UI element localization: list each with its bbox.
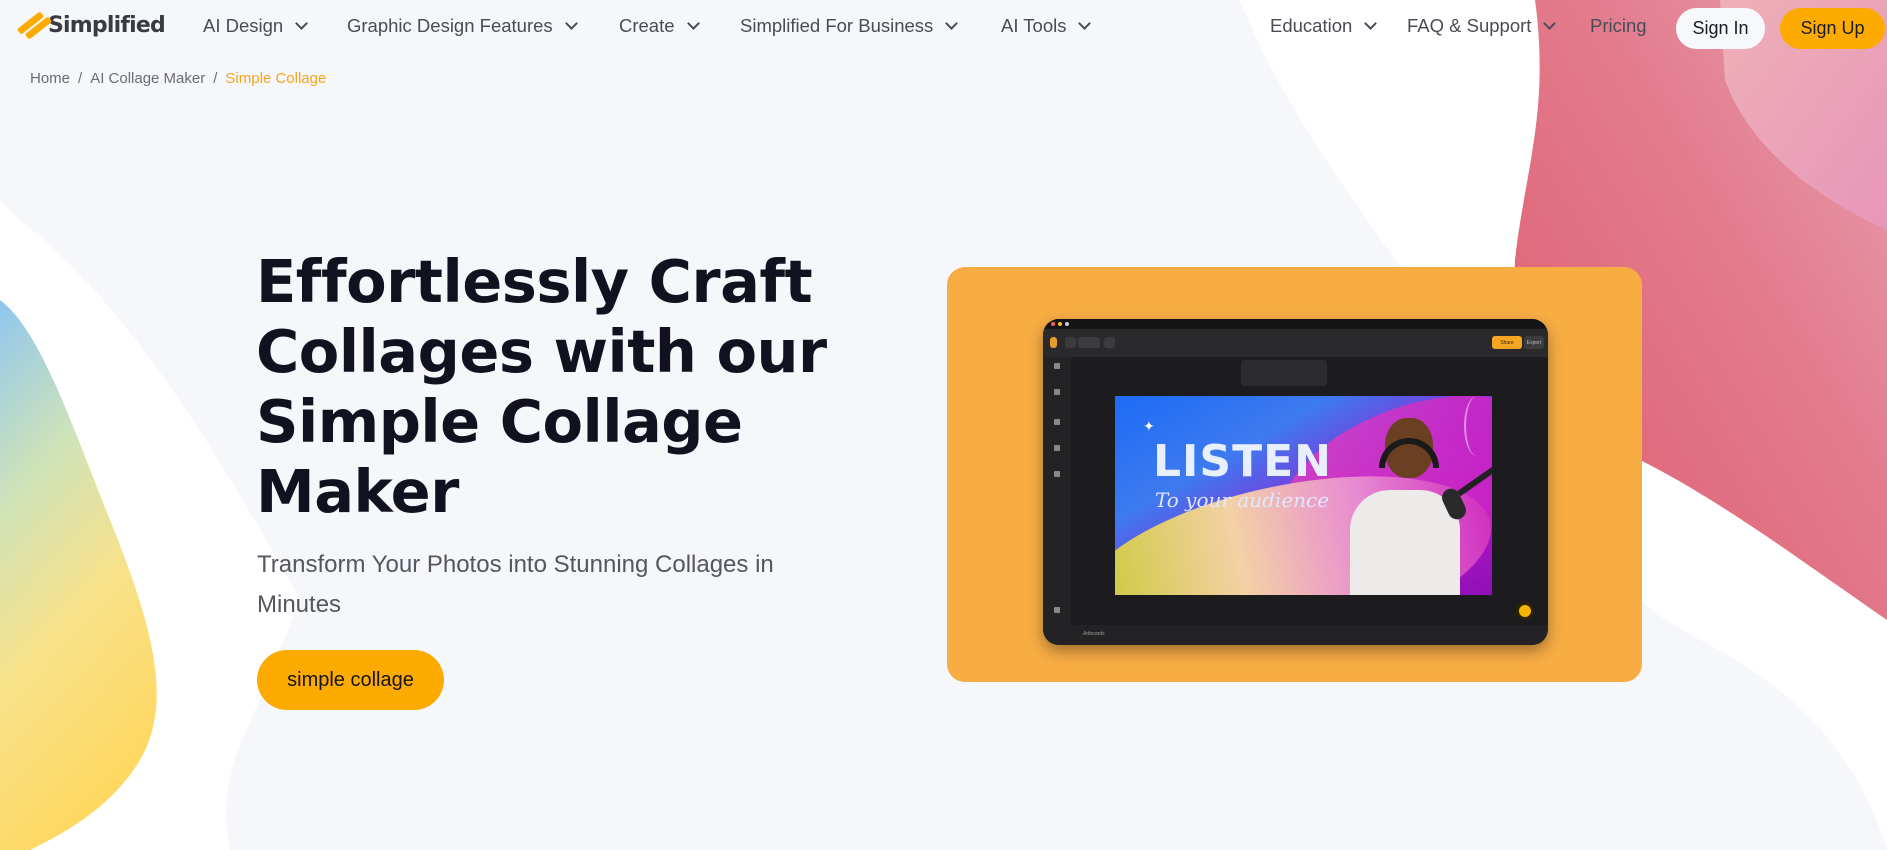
undo-redo-icon xyxy=(1078,337,1100,348)
artwork-script-text: To your audience xyxy=(1155,488,1330,512)
nav-create[interactable]: Create xyxy=(619,15,700,37)
nav-label: Create xyxy=(619,15,675,36)
chevron-down-icon xyxy=(686,17,700,30)
preview-card: Share Export ✦ LISTEN To your audience A… xyxy=(947,267,1642,682)
hero-title: Effortlessly Craft Collages with our Sim… xyxy=(256,247,827,526)
nav-simplified-for-business[interactable]: Simplified For Business xyxy=(740,15,959,37)
nav-education[interactable]: Education xyxy=(1270,15,1378,37)
logo[interactable]: Simplified xyxy=(16,11,166,40)
export-button: Export xyxy=(1524,336,1544,349)
nav-faq-support[interactable]: FAQ & Support xyxy=(1407,15,1557,37)
nav-label: Pricing xyxy=(1590,15,1647,36)
back-icon xyxy=(1065,337,1076,348)
artboards-label: Artboards xyxy=(1083,631,1105,637)
share-button: Share xyxy=(1492,336,1522,349)
breadcrumb: Home / AI Collage Maker / Simple Collage xyxy=(30,70,326,87)
logo-mark-icon xyxy=(16,11,53,40)
nav-label: FAQ & Support xyxy=(1407,15,1532,36)
nav-label: Simplified For Business xyxy=(740,15,934,36)
nav-graphic-design-features[interactable]: Graphic Design Features xyxy=(347,15,578,37)
nav-label: Graphic Design Features xyxy=(347,15,553,36)
sign-up-button[interactable]: Sign Up xyxy=(1780,8,1885,49)
nav-label: Education xyxy=(1270,15,1353,36)
chevron-down-icon xyxy=(945,17,959,30)
sign-in-button[interactable]: Sign In xyxy=(1676,8,1765,49)
keyboard-icon xyxy=(1054,607,1060,613)
chevron-down-icon xyxy=(295,17,309,30)
editor-toolbar: Share Export xyxy=(1043,329,1548,357)
help-chat-icon xyxy=(1516,602,1534,620)
breadcrumb-separator: / xyxy=(78,70,83,87)
chevron-down-icon xyxy=(1543,17,1557,30)
chevron-down-icon xyxy=(1078,17,1092,30)
artboard-toolbar xyxy=(1241,360,1327,386)
breadcrumb-current: Simple Collage xyxy=(225,70,327,87)
nav-ai-design[interactable]: AI Design xyxy=(203,15,309,37)
breadcrumb-separator: / xyxy=(213,70,218,87)
visuals-icon xyxy=(1054,471,1060,477)
chevron-down-icon xyxy=(1364,17,1378,30)
artwork-headline: LISTEN xyxy=(1153,436,1332,487)
editor-logo-icon xyxy=(1050,337,1057,348)
simple-collage-button[interactable]: simple collage xyxy=(257,650,444,710)
sparkle-icon: ✦ xyxy=(1143,418,1155,434)
logo-text: Simplified xyxy=(48,12,166,38)
media-icon xyxy=(1054,445,1060,451)
editor-sidebar xyxy=(1043,357,1071,625)
window-controls-icon xyxy=(1051,322,1069,326)
settings-icon xyxy=(1104,337,1115,348)
nav-label: AI Tools xyxy=(1001,15,1067,36)
podcaster-photo xyxy=(1345,418,1492,595)
editor-preview-image: Share Export ✦ LISTEN To your audience A… xyxy=(1043,319,1548,645)
top-nav: Simplified AI Design Graphic Design Feat… xyxy=(0,0,1887,54)
nav-ai-tools[interactable]: AI Tools xyxy=(1001,15,1092,37)
window-titlebar xyxy=(1043,319,1548,329)
hero-subtitle: Transform Your Photos into Stunning Coll… xyxy=(257,551,774,618)
chevron-down-icon xyxy=(564,17,578,30)
breadcrumb-ai-collage-maker[interactable]: AI Collage Maker xyxy=(90,70,205,87)
nav-pricing[interactable]: Pricing xyxy=(1590,15,1647,37)
breadcrumb-home[interactable]: Home xyxy=(30,70,70,87)
text-icon xyxy=(1054,419,1060,425)
nav-label: AI Design xyxy=(203,15,284,36)
editor-statusbar: Artboards xyxy=(1043,625,1548,645)
templates-icon xyxy=(1054,389,1060,395)
assets-icon xyxy=(1054,363,1060,369)
podcast-artwork: ✦ LISTEN To your audience xyxy=(1115,396,1492,595)
